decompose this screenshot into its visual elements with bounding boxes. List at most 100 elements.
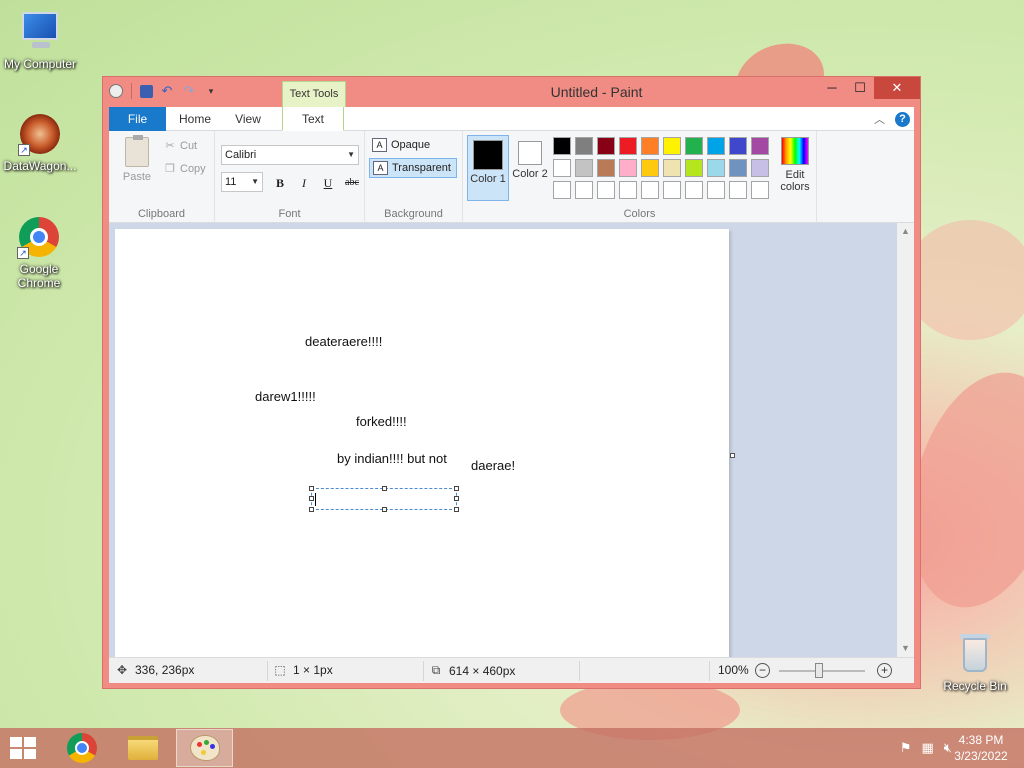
palette-swatch[interactable] (597, 159, 615, 177)
palette-swatch[interactable] (685, 159, 703, 177)
drawing-canvas[interactable]: deateraere!!!! darew1!!!!! forked!!!! by… (115, 229, 729, 657)
datawagon-icon: ↗ (18, 112, 62, 156)
palette-swatch[interactable] (597, 181, 615, 199)
palette-swatch[interactable] (751, 137, 769, 155)
copy-button[interactable]: ❐ Copy (164, 162, 206, 176)
color2-button[interactable]: Color 2 (509, 135, 551, 201)
minimize-button[interactable]: ─ (818, 77, 846, 99)
palette-swatch[interactable] (729, 181, 747, 199)
palette-swatch[interactable] (685, 137, 703, 155)
canvas-workspace: deateraere!!!! darew1!!!!! forked!!!! by… (109, 223, 914, 657)
palette-swatch[interactable] (619, 181, 637, 199)
zoom-slider-thumb[interactable] (815, 663, 823, 678)
resize-handle[interactable] (454, 496, 459, 501)
resize-handle[interactable] (382, 507, 387, 512)
color1-button[interactable]: Color 1 (467, 135, 509, 201)
font-size-select[interactable]: 11 ▼ (221, 172, 263, 192)
underline-button[interactable]: U (318, 174, 338, 192)
tab-file[interactable]: File (109, 107, 166, 131)
palette-swatch[interactable] (641, 181, 659, 199)
palette-swatch[interactable] (751, 181, 769, 199)
resize-handle[interactable] (454, 486, 459, 491)
background-group-label: Background (384, 208, 443, 220)
selection-size-value: 1 × 1px (293, 663, 333, 677)
help-icon[interactable]: ? (895, 111, 910, 127)
palette-swatch[interactable] (707, 159, 725, 177)
palette-swatch[interactable] (641, 137, 659, 155)
colors-group: Color 1 Color 2 Edit colors Colors (463, 131, 817, 223)
palette-swatch[interactable] (575, 159, 593, 177)
scroll-up-icon[interactable]: ▲ (897, 223, 914, 240)
opaque-icon: A (372, 138, 387, 152)
palette-swatch[interactable] (641, 159, 659, 177)
palette-swatch[interactable] (597, 137, 615, 155)
network-icon[interactable]: ▦ (922, 740, 934, 756)
canvas-resize-handle[interactable] (730, 453, 735, 458)
minimize-ribbon-icon[interactable]: ︿ (874, 111, 885, 127)
ribbon: Paste ✂ Cut ❐ Copy Clipboard Calibri ▼ 1… (109, 131, 914, 223)
font-family-select[interactable]: Calibri ▼ (221, 145, 359, 165)
opaque-label: Opaque (391, 139, 431, 151)
desktop-icon-my-computer[interactable]: My Computer (0, 10, 80, 71)
palette-swatch[interactable] (619, 137, 637, 155)
taskbar-chrome[interactable] (53, 729, 110, 767)
resize-handle[interactable] (454, 507, 459, 512)
cut-button[interactable]: ✂ Cut (164, 139, 197, 153)
desktop-icon-google-chrome[interactable]: ↗ Google Chrome (0, 215, 78, 290)
scissors-icon: ✂ (165, 140, 175, 152)
palette-swatch[interactable] (553, 159, 571, 177)
paste-button[interactable]: Paste (117, 135, 157, 183)
resize-handle[interactable] (382, 486, 387, 491)
palette-swatch[interactable] (685, 181, 703, 199)
strikethrough-button[interactable]: abc (342, 174, 362, 192)
tab-view[interactable]: View (223, 107, 273, 131)
palette-swatch[interactable] (751, 159, 769, 177)
bold-button[interactable]: B (270, 174, 290, 192)
palette-swatch[interactable] (663, 137, 681, 155)
palette-swatch[interactable] (707, 137, 725, 155)
paint-palette-icon (189, 735, 220, 761)
palette-swatch[interactable] (663, 159, 681, 177)
clipboard-icon (125, 135, 149, 167)
desktop-icon-label: DataWagon... (3, 159, 77, 173)
tab-text[interactable]: Text (282, 107, 344, 131)
zoom-out-button[interactable]: − (755, 663, 770, 678)
taskbar-paint[interactable] (176, 729, 233, 767)
taskbar-file-explorer[interactable] (114, 729, 171, 767)
desktop-icon-recycle-bin[interactable]: Recycle Bin (935, 632, 1015, 693)
window-controls: ─ ☐ ✕ (818, 77, 920, 99)
scroll-down-icon[interactable]: ▼ (897, 640, 914, 657)
zoom-in-button[interactable]: + (877, 663, 892, 678)
palette-swatch[interactable] (663, 181, 681, 199)
action-center-flag-icon[interactable]: ⚑ (900, 740, 912, 756)
palette-swatch[interactable] (729, 137, 747, 155)
start-button[interactable] (10, 737, 38, 759)
clock[interactable]: 4:38 PM 3/23/2022 (950, 732, 1012, 764)
palette-swatch[interactable] (553, 137, 571, 155)
text-input-box[interactable] (309, 486, 459, 512)
palette-swatch[interactable] (619, 159, 637, 177)
resize-handle[interactable] (309, 496, 314, 501)
palette-swatch[interactable] (707, 181, 725, 199)
resize-handle[interactable] (309, 486, 314, 491)
edit-colors-label: Edit colors (780, 169, 810, 193)
italic-button[interactable]: I (294, 174, 314, 192)
image-size-icon: ⧉ (431, 663, 441, 677)
transparent-button[interactable]: A Transparent (369, 158, 457, 178)
wallpaper-petal (905, 220, 1024, 340)
edit-colors-button[interactable]: Edit colors (775, 135, 815, 193)
desktop-icon-datawagon[interactable]: ↗ DataWagon... (0, 112, 80, 173)
close-button[interactable]: ✕ (874, 77, 920, 99)
status-divider (267, 661, 268, 681)
vertical-scrollbar[interactable]: ▲ ▼ (897, 223, 914, 657)
palette-swatch[interactable] (575, 137, 593, 155)
tab-home[interactable]: Home (169, 107, 221, 131)
opaque-button[interactable]: A Opaque (369, 136, 457, 156)
font-family-value: Calibri (225, 149, 257, 161)
palette-swatch[interactable] (553, 181, 571, 199)
palette-swatch[interactable] (729, 159, 747, 177)
title-bar[interactable]: ↶ ↷ ▾ Text Tools Untitled - Paint ─ ☐ ✕ (103, 77, 920, 107)
maximize-button[interactable]: ☐ (846, 77, 874, 99)
resize-handle[interactable] (309, 507, 314, 512)
palette-swatch[interactable] (575, 181, 593, 199)
